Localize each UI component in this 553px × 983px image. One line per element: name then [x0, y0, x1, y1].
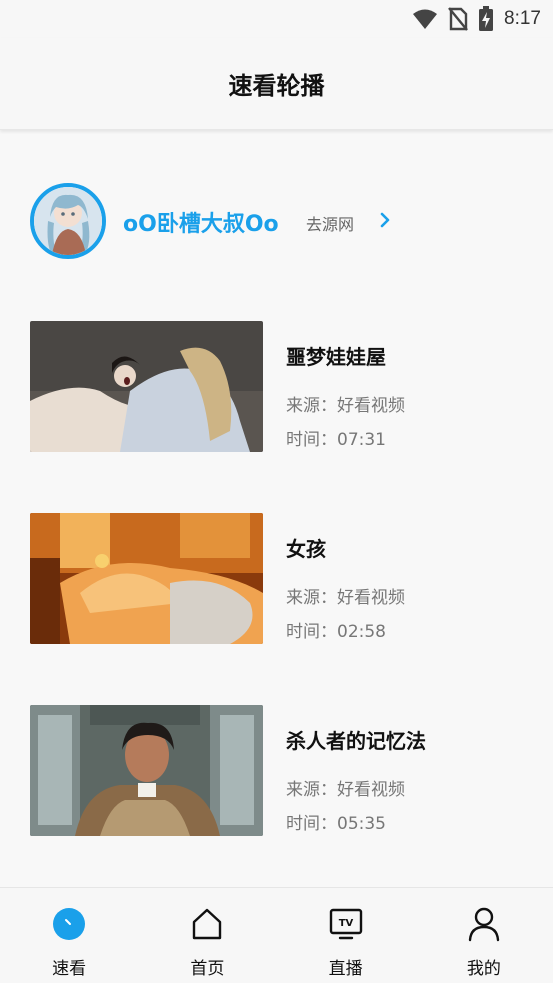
- chevron-right-icon[interactable]: [378, 210, 392, 230]
- status-icons: 8:17: [412, 6, 541, 32]
- battery-charging-icon: [479, 6, 494, 31]
- video-duration: 时间：02:58: [286, 622, 386, 642]
- video-list-item[interactable]: 女孩 来源：好看视频 时间：02:58: [30, 513, 530, 645]
- title-bar: 速看轮播: [0, 38, 553, 130]
- wifi-icon: [413, 9, 438, 29]
- video-source: 来源：好看视频: [286, 396, 405, 416]
- quick-view-icon[interactable]: [52, 906, 86, 942]
- video-title[interactable]: 杀人者的记忆法: [286, 725, 426, 754]
- page-title: 速看轮播: [228, 72, 325, 100]
- avatar[interactable]: [30, 183, 106, 259]
- profile-row[interactable]: oO卧槽大叔Oo 去源网: [30, 183, 430, 259]
- video-title[interactable]: 噩梦娃娃屋: [286, 341, 386, 370]
- source-site-link[interactable]: 去源网: [306, 211, 354, 235]
- profile-name[interactable]: oO卧槽大叔Oo: [123, 206, 279, 238]
- video-duration: 时间：05:35: [286, 814, 386, 834]
- nav-item-home[interactable]: 首页: [138, 888, 276, 983]
- video-thumbnail[interactable]: [30, 513, 263, 644]
- nav-label: 我的: [466, 959, 501, 979]
- svg-text:TV: TV: [338, 918, 353, 929]
- home-icon[interactable]: [190, 906, 224, 942]
- no-sim-icon: [448, 7, 468, 31]
- video-list-item[interactable]: 杀人者的记忆法 来源：好看视频 时间：05:35: [30, 705, 530, 837]
- nav-item-live[interactable]: TV 直播: [277, 888, 415, 983]
- video-thumbnail[interactable]: [30, 705, 263, 836]
- nav-label: 速看: [52, 959, 87, 979]
- nav-label: 直播: [328, 959, 363, 979]
- app-screen: 8:17 速看轮播 oO卧槽大叔Oo 去源网 噩梦娃娃屋 来源：好看视频 时间：…: [0, 0, 553, 983]
- tv-icon[interactable]: TV: [329, 906, 363, 942]
- video-title[interactable]: 女孩: [286, 533, 326, 562]
- video-duration: 时间：07:31: [286, 430, 386, 450]
- bottom-nav: 速看 首页 TV 直播 我的: [0, 887, 553, 983]
- video-list-item[interactable]: 噩梦娃娃屋 来源：好看视频 时间：07:31: [30, 321, 530, 453]
- video-source: 来源：好看视频: [286, 588, 405, 608]
- nav-item-quick-view[interactable]: 速看: [0, 888, 138, 983]
- video-source: 来源：好看视频: [286, 780, 405, 800]
- status-bar: 8:17: [0, 0, 553, 38]
- video-thumbnail[interactable]: [30, 321, 263, 452]
- user-icon[interactable]: [467, 906, 501, 942]
- nav-item-mine[interactable]: 我的: [415, 888, 553, 983]
- status-time: 8:17: [504, 8, 541, 29]
- nav-label: 首页: [190, 959, 225, 979]
